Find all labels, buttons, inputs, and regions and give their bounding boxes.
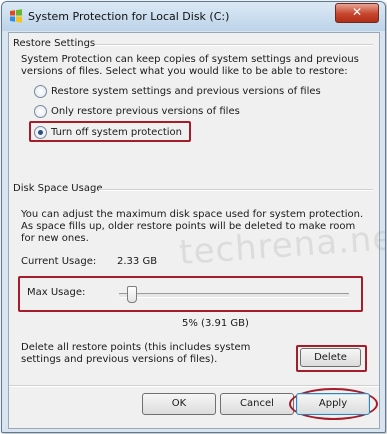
close-button[interactable]: ✕ [335, 3, 379, 23]
disk-space-divider [99, 189, 373, 191]
radio-restore-settings-and-files[interactable]: Restore system settings and previous ver… [34, 84, 321, 98]
apply-button[interactable]: Apply [296, 393, 370, 415]
restore-settings-divider [95, 44, 373, 46]
radio-button[interactable] [34, 104, 47, 118]
current-usage-value: 2.33 GB [117, 256, 158, 267]
footer-divider [9, 385, 379, 387]
window-title: System Protection for Local Disk (C:) [28, 10, 230, 23]
disk-space-title: Disk Space Usage [13, 183, 103, 194]
delete-description: Delete all restore points (this includes… [21, 342, 251, 365]
max-usage-value: 5% (3.91 GB) [182, 318, 249, 329]
cancel-button[interactable]: Cancel [220, 393, 294, 415]
max-usage-slider-track[interactable] [119, 293, 349, 298]
dialog-content: Restore Settings System Protection can k… [8, 32, 385, 429]
restore-settings-description: System Protection can keep copies of sys… [21, 54, 359, 77]
close-icon: ✕ [351, 5, 363, 19]
max-usage-label: Max Usage: [27, 287, 86, 298]
title-bar[interactable]: System Protection for Local Disk (C:) ✕ [2, 2, 385, 31]
radio-label: Restore system settings and previous ver… [51, 85, 321, 97]
ok-button[interactable]: OK [142, 393, 216, 415]
radio-turn-off-protection[interactable]: Turn off system protection [34, 125, 182, 139]
windows-logo-icon [9, 9, 23, 23]
max-usage-slider-thumb[interactable] [126, 286, 137, 303]
radio-button[interactable] [34, 84, 47, 98]
radio-button-selected[interactable] [34, 125, 47, 139]
current-usage-label: Current Usage: [21, 256, 97, 267]
radio-label: Only restore previous versions of files [51, 105, 240, 117]
restore-settings-title: Restore Settings [13, 38, 96, 49]
delete-button[interactable]: Delete [300, 348, 361, 367]
radio-label: Turn off system protection [51, 126, 182, 138]
radio-only-previous-files[interactable]: Only restore previous versions of files [34, 104, 240, 118]
dialog-window: System Protection for Local Disk (C:) ✕ … [1, 1, 386, 433]
